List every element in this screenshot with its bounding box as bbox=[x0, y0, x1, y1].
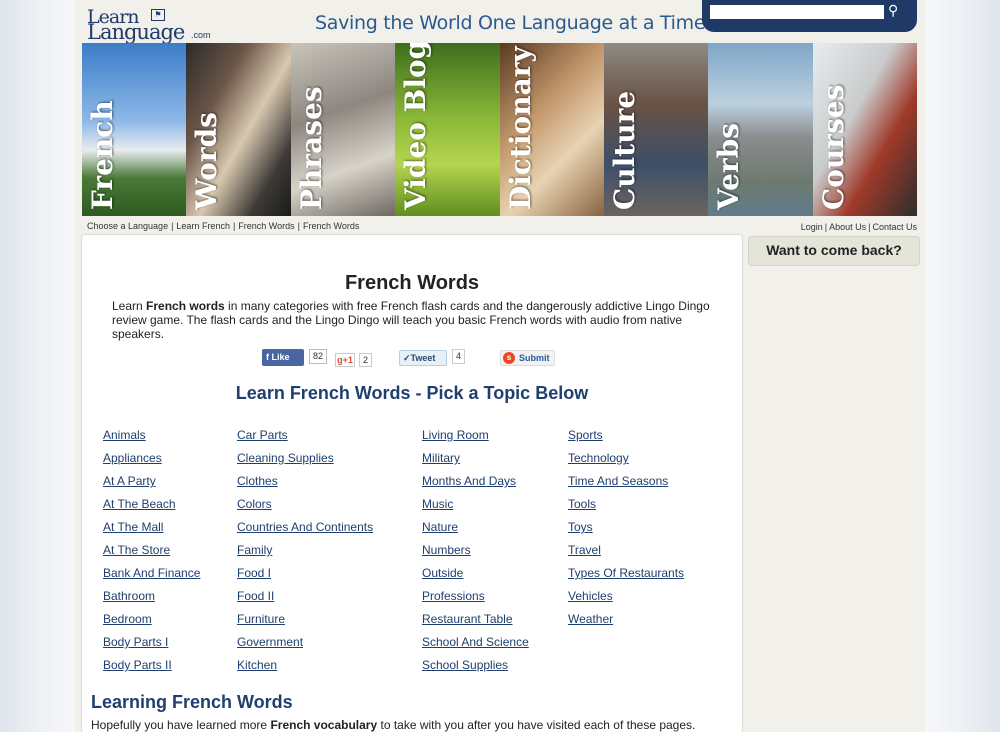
facebook-like-button[interactable]: f Like bbox=[262, 349, 304, 366]
stumbleupon-icon: s bbox=[503, 352, 515, 364]
topic-list: Animals Appliances At A Party At The Bea… bbox=[103, 428, 723, 678]
banner-label: Dictionary bbox=[503, 46, 537, 210]
topic-link[interactable]: Furniture bbox=[237, 612, 373, 635]
page: Learn ⚑ Language .com Saving the World O… bbox=[75, 0, 925, 732]
breadcrumb: Choose a Language | Learn French | French Wo… bbox=[87, 221, 360, 231]
breadcrumb-item[interactable]: Choose a Language bbox=[87, 221, 168, 231]
topic-link[interactable]: Food I bbox=[237, 566, 373, 589]
banner-panel-video-blog[interactable]: Video Blog bbox=[395, 43, 500, 216]
topic-link[interactable]: Appliances bbox=[103, 451, 200, 474]
banner-panel-culture[interactable]: Culture bbox=[603, 43, 709, 216]
topic-link[interactable]: Toys bbox=[568, 520, 684, 543]
social-buttons: f Like 82 g+1 2 ✓Tweet 4 s Submit bbox=[262, 349, 582, 369]
tagline: Saving the World One Language at a Time bbox=[315, 12, 706, 34]
contact-us-link[interactable]: Contact Us bbox=[872, 222, 917, 232]
site-logo[interactable]: Learn ⚑ Language .com bbox=[87, 6, 212, 44]
banner-label: Verbs bbox=[712, 122, 746, 210]
google-plus-count: 2 bbox=[359, 353, 373, 367]
topic-link[interactable]: At A Party bbox=[103, 474, 200, 497]
like-count: 82 bbox=[309, 349, 328, 364]
topic-link[interactable]: Body Parts II bbox=[103, 658, 200, 681]
topic-link[interactable]: Vehicles bbox=[568, 589, 684, 612]
search-input[interactable] bbox=[710, 5, 884, 19]
topic-link[interactable]: Weather bbox=[568, 612, 684, 635]
logo-suffix: .com bbox=[191, 30, 211, 40]
topic-column: Animals Appliances At A Party At The Bea… bbox=[103, 428, 200, 681]
topic-link[interactable]: Bank And Finance bbox=[103, 566, 200, 589]
banner-panel-french[interactable]: French bbox=[82, 43, 187, 216]
topic-link[interactable]: Clothes bbox=[237, 474, 373, 497]
come-back-box: Want to come back? bbox=[748, 236, 920, 266]
about-us-link[interactable]: About Us bbox=[829, 222, 866, 232]
topic-link[interactable]: Technology bbox=[568, 451, 684, 474]
topic-link[interactable]: At The Mall bbox=[103, 520, 200, 543]
topic-link[interactable]: School And Science bbox=[422, 635, 529, 658]
tweet-button[interactable]: ✓Tweet bbox=[399, 350, 447, 366]
topic-link[interactable]: School Supplies bbox=[422, 658, 529, 681]
banner-panel-words[interactable]: Words bbox=[186, 43, 291, 216]
topic-link[interactable]: Restaurant Table bbox=[422, 612, 529, 635]
banner-panel-verbs[interactable]: Verbs bbox=[708, 43, 813, 216]
main-content: French Words Learn French words in many … bbox=[81, 234, 743, 732]
topic-link[interactable]: Cleaning Supplies bbox=[237, 451, 373, 474]
tweet-count: 4 bbox=[452, 349, 466, 364]
topic-link[interactable]: At The Beach bbox=[103, 497, 200, 520]
banner-label: Words bbox=[190, 112, 224, 210]
topic-link[interactable]: Time And Seasons bbox=[568, 474, 684, 497]
banner-label: Phrases bbox=[294, 86, 328, 210]
top-links: Login | About Us | Contact Us bbox=[800, 222, 917, 232]
topic-column: Car Parts Cleaning Supplies Clothes Colo… bbox=[237, 428, 373, 681]
learning-heading: Learning French Words bbox=[91, 692, 293, 712]
logo-bottom-text: Language bbox=[87, 20, 185, 44]
twitter-icon: ✓ bbox=[403, 353, 411, 363]
banner-label: Video Blog bbox=[399, 43, 433, 210]
topic-link[interactable]: Bedroom bbox=[103, 612, 200, 635]
topic-link[interactable]: Body Parts I bbox=[103, 635, 200, 658]
topic-link[interactable]: Sports bbox=[568, 428, 684, 451]
topic-link[interactable]: Music bbox=[422, 497, 529, 520]
topic-link[interactable]: Travel bbox=[568, 543, 684, 566]
search-icon[interactable]: ⚲ bbox=[888, 2, 898, 19]
banner-panel-phrases[interactable]: Phrases bbox=[290, 43, 396, 216]
topic-link[interactable]: Animals bbox=[103, 428, 200, 451]
search-box: ⚲ bbox=[702, 0, 917, 32]
stumbleupon-submit-button[interactable]: s Submit bbox=[500, 350, 555, 366]
breadcrumb-item[interactable]: French Words bbox=[238, 221, 294, 231]
topic-link[interactable]: Kitchen bbox=[237, 658, 373, 681]
topic-link[interactable]: Countries And Continents bbox=[237, 520, 373, 543]
topic-link[interactable]: Professions bbox=[422, 589, 529, 612]
topic-link[interactable]: At The Store bbox=[103, 543, 200, 566]
outro-text: Hopefully you have learned more French v… bbox=[91, 718, 696, 732]
topic-link[interactable]: Bathroom bbox=[103, 589, 200, 612]
topic-link[interactable]: Numbers bbox=[422, 543, 529, 566]
banner-label: French bbox=[86, 100, 119, 210]
breadcrumb-item: French Words bbox=[303, 221, 360, 231]
breadcrumb-item[interactable]: Learn French bbox=[176, 221, 230, 231]
topic-link[interactable]: Living Room bbox=[422, 428, 529, 451]
banner-label: Courses bbox=[816, 84, 850, 210]
google-plus-button[interactable]: g+1 bbox=[335, 353, 355, 367]
banner-label: Culture bbox=[607, 90, 641, 210]
topic-link[interactable]: Colors bbox=[237, 497, 373, 520]
topic-link[interactable]: Nature bbox=[422, 520, 529, 543]
intro-text: Learn French words in many categories wi… bbox=[112, 299, 710, 341]
banner-panel-courses[interactable]: Courses bbox=[812, 43, 917, 216]
topic-link[interactable]: Government bbox=[237, 635, 373, 658]
topic-link[interactable]: Food II bbox=[237, 589, 373, 612]
topic-link[interactable]: Family bbox=[237, 543, 373, 566]
topic-column: Living Room Military Months And Days Mus… bbox=[422, 428, 529, 681]
banner-panel-dictionary[interactable]: Dictionary bbox=[499, 43, 604, 216]
topic-column: Sports Technology Time And Seasons Tools… bbox=[568, 428, 684, 635]
facebook-icon: f bbox=[266, 352, 269, 362]
topic-link[interactable]: Military bbox=[422, 451, 529, 474]
topics-heading: Learn French Words - Pick a Topic Below bbox=[235, 383, 589, 403]
topic-link[interactable]: Outside bbox=[422, 566, 529, 589]
topic-link[interactable]: Car Parts bbox=[237, 428, 373, 451]
category-banner: French Words Phrases Video Blog Dictiona… bbox=[82, 43, 917, 216]
topic-link[interactable]: Tools bbox=[568, 497, 684, 520]
topic-link[interactable]: Months And Days bbox=[422, 474, 529, 497]
login-link[interactable]: Login bbox=[801, 222, 823, 232]
topic-link[interactable]: Types Of Restaurants bbox=[568, 566, 684, 589]
page-title: French Words bbox=[344, 272, 480, 294]
